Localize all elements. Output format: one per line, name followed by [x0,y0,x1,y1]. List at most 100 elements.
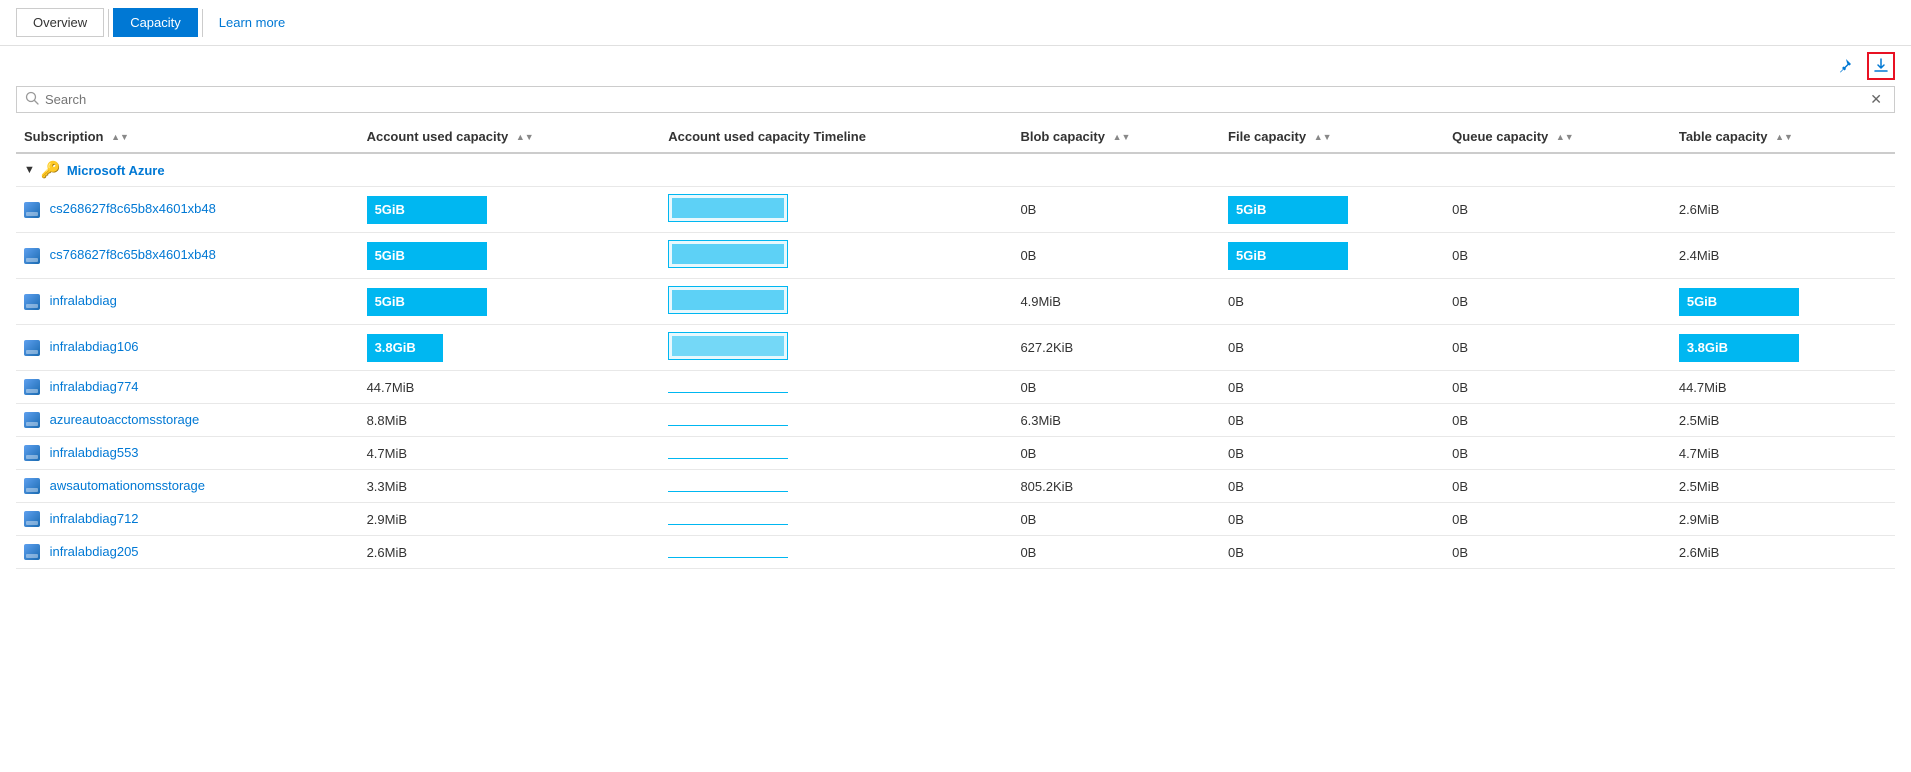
resource-link-5[interactable]: azureautoacctomsstorage [50,412,200,427]
col-subscription[interactable]: Subscription ▲▼ [16,121,359,153]
cell-table-6: 4.7MiB [1671,437,1895,470]
cell-queue-5: 0B [1444,404,1671,437]
cell-subscription-0: cs268627f8c65b8x4601xb48 [16,187,359,233]
resource-link-3[interactable]: infralabdiag106 [50,339,139,354]
cell-queue-2: 0B [1444,279,1671,325]
group-microsoft-azure-link[interactable]: Microsoft Azure [67,163,165,178]
capacity-bar-full: 5GiB [1228,242,1348,270]
storage-icon [24,544,40,560]
sort-arrows-subscription: ▲▼ [111,133,129,142]
overview-tab[interactable]: Overview [16,8,104,37]
nav-separator-2 [202,9,203,37]
storage-icon [24,511,40,527]
cell-table-0: 2.6MiB [1671,187,1895,233]
cell-used-capacity-2: 5GiB [359,279,661,325]
group-row-microsoft-azure: ▼ 🔑 Microsoft Azure [16,153,1895,187]
pin-button[interactable] [1831,52,1859,80]
capacity-bar-full: 5GiB [367,288,487,316]
col-queue-capacity[interactable]: Queue capacity ▲▼ [1444,121,1671,153]
cell-file-9: 0B [1220,536,1444,569]
learn-more-link[interactable]: Learn more [207,9,297,36]
cell-used-capacity-6: 4.7MiB [359,437,661,470]
top-navigation: Overview Capacity Learn more [0,0,1911,46]
timeline-line [668,458,788,459]
cell-blob-9: 0B [1012,536,1220,569]
resource-link-7[interactable]: awsautomationomsstorage [50,478,205,493]
storage-icon [24,294,40,310]
cell-blob-8: 0B [1012,503,1220,536]
col-file-capacity[interactable]: File capacity ▲▼ [1220,121,1444,153]
cell-subscription-9: infralabdiag205 [16,536,359,569]
resource-link-2[interactable]: infralabdiag [50,293,117,308]
resource-link-4[interactable]: infralabdiag774 [50,379,139,394]
cell-blob-0: 0B [1012,187,1220,233]
capacity-bar-partial: 3.8GiB [367,334,443,362]
cell-timeline-7 [660,470,1012,503]
capacity-text: 2.6MiB [1679,545,1719,560]
cell-blob-5: 6.3MiB [1012,404,1220,437]
cell-table-4: 44.7MiB [1671,371,1895,404]
timeline-bar [668,240,788,268]
chevron-icon: ▼ [24,164,35,176]
capacity-text: 0B [1228,294,1244,309]
cell-queue-1: 0B [1444,233,1671,279]
cell-used-capacity-0: 5GiB [359,187,661,233]
storage-icon [24,202,40,218]
search-clear-button[interactable]: ✕ [1866,91,1886,108]
cell-queue-0: 0B [1444,187,1671,233]
sort-arrows-used-capacity: ▲▼ [516,133,534,142]
capacity-text: 0B [1228,512,1244,527]
cell-timeline-4 [660,371,1012,404]
cell-file-2: 0B [1220,279,1444,325]
timeline-line [668,491,788,492]
cell-blob-1: 0B [1012,233,1220,279]
resource-link-8[interactable]: infralabdiag712 [50,511,139,526]
table-row: infralabdiag205 2.6MiB 0B 0B 0B 2.6MiB [16,536,1895,569]
cell-table-9: 2.6MiB [1671,536,1895,569]
cell-subscription-4: infralabdiag774 [16,371,359,404]
table-row: awsautomationomsstorage 3.3MiB 805.2KiB … [16,470,1895,503]
capacity-text: 0B [1228,446,1244,461]
capacity-table: Subscription ▲▼ Account used capacity ▲▼… [16,121,1895,569]
cell-queue-3: 0B [1444,325,1671,371]
cell-subscription-1: cs768627f8c65b8x4601xb48 [16,233,359,279]
resource-link-0[interactable]: cs268627f8c65b8x4601xb48 [50,201,216,216]
download-icon [1873,58,1889,74]
table-row: infralabdiag712 2.9MiB 0B 0B 0B 2.9MiB [16,503,1895,536]
timeline-line [668,557,788,558]
cell-used-capacity-4: 44.7MiB [359,371,661,404]
cell-file-5: 0B [1220,404,1444,437]
search-input[interactable] [45,92,1866,107]
capacity-text: 44.7MiB [1679,380,1727,395]
cell-subscription-2: infralabdiag [16,279,359,325]
resource-link-6[interactable]: infralabdiag553 [50,445,139,460]
cell-file-8: 0B [1220,503,1444,536]
sort-arrows-queue: ▲▼ [1556,133,1574,142]
cell-file-6: 0B [1220,437,1444,470]
cell-table-8: 2.9MiB [1671,503,1895,536]
capacity-text: 0B [1228,340,1244,355]
cell-blob-7: 805.2KiB [1012,470,1220,503]
cell-table-1: 2.4MiB [1671,233,1895,279]
timeline-line [668,425,788,426]
capacity-tab[interactable]: Capacity [113,8,198,37]
timeline-bar [668,194,788,222]
pin-icon [1837,58,1853,74]
col-table-capacity[interactable]: Table capacity ▲▼ [1671,121,1895,153]
capacity-bar-full: 5GiB [1228,196,1348,224]
cell-file-1: 5GiB [1220,233,1444,279]
col-blob-capacity[interactable]: Blob capacity ▲▼ [1012,121,1220,153]
toolbar [0,46,1911,86]
capacity-text: 4.7MiB [1679,446,1719,461]
resource-link-1[interactable]: cs768627f8c65b8x4601xb48 [50,247,216,262]
sort-arrows-blob: ▲▼ [1113,133,1131,142]
capacity-text: 8.8MiB [367,413,407,428]
storage-icon [24,478,40,494]
capacity-text: 2.9MiB [1679,512,1719,527]
col-used-capacity[interactable]: Account used capacity ▲▼ [359,121,661,153]
capacity-text: 0B [1228,545,1244,560]
cell-subscription-8: infralabdiag712 [16,503,359,536]
download-button[interactable] [1867,52,1895,80]
resource-link-9[interactable]: infralabdiag205 [50,544,139,559]
cell-subscription-6: infralabdiag553 [16,437,359,470]
